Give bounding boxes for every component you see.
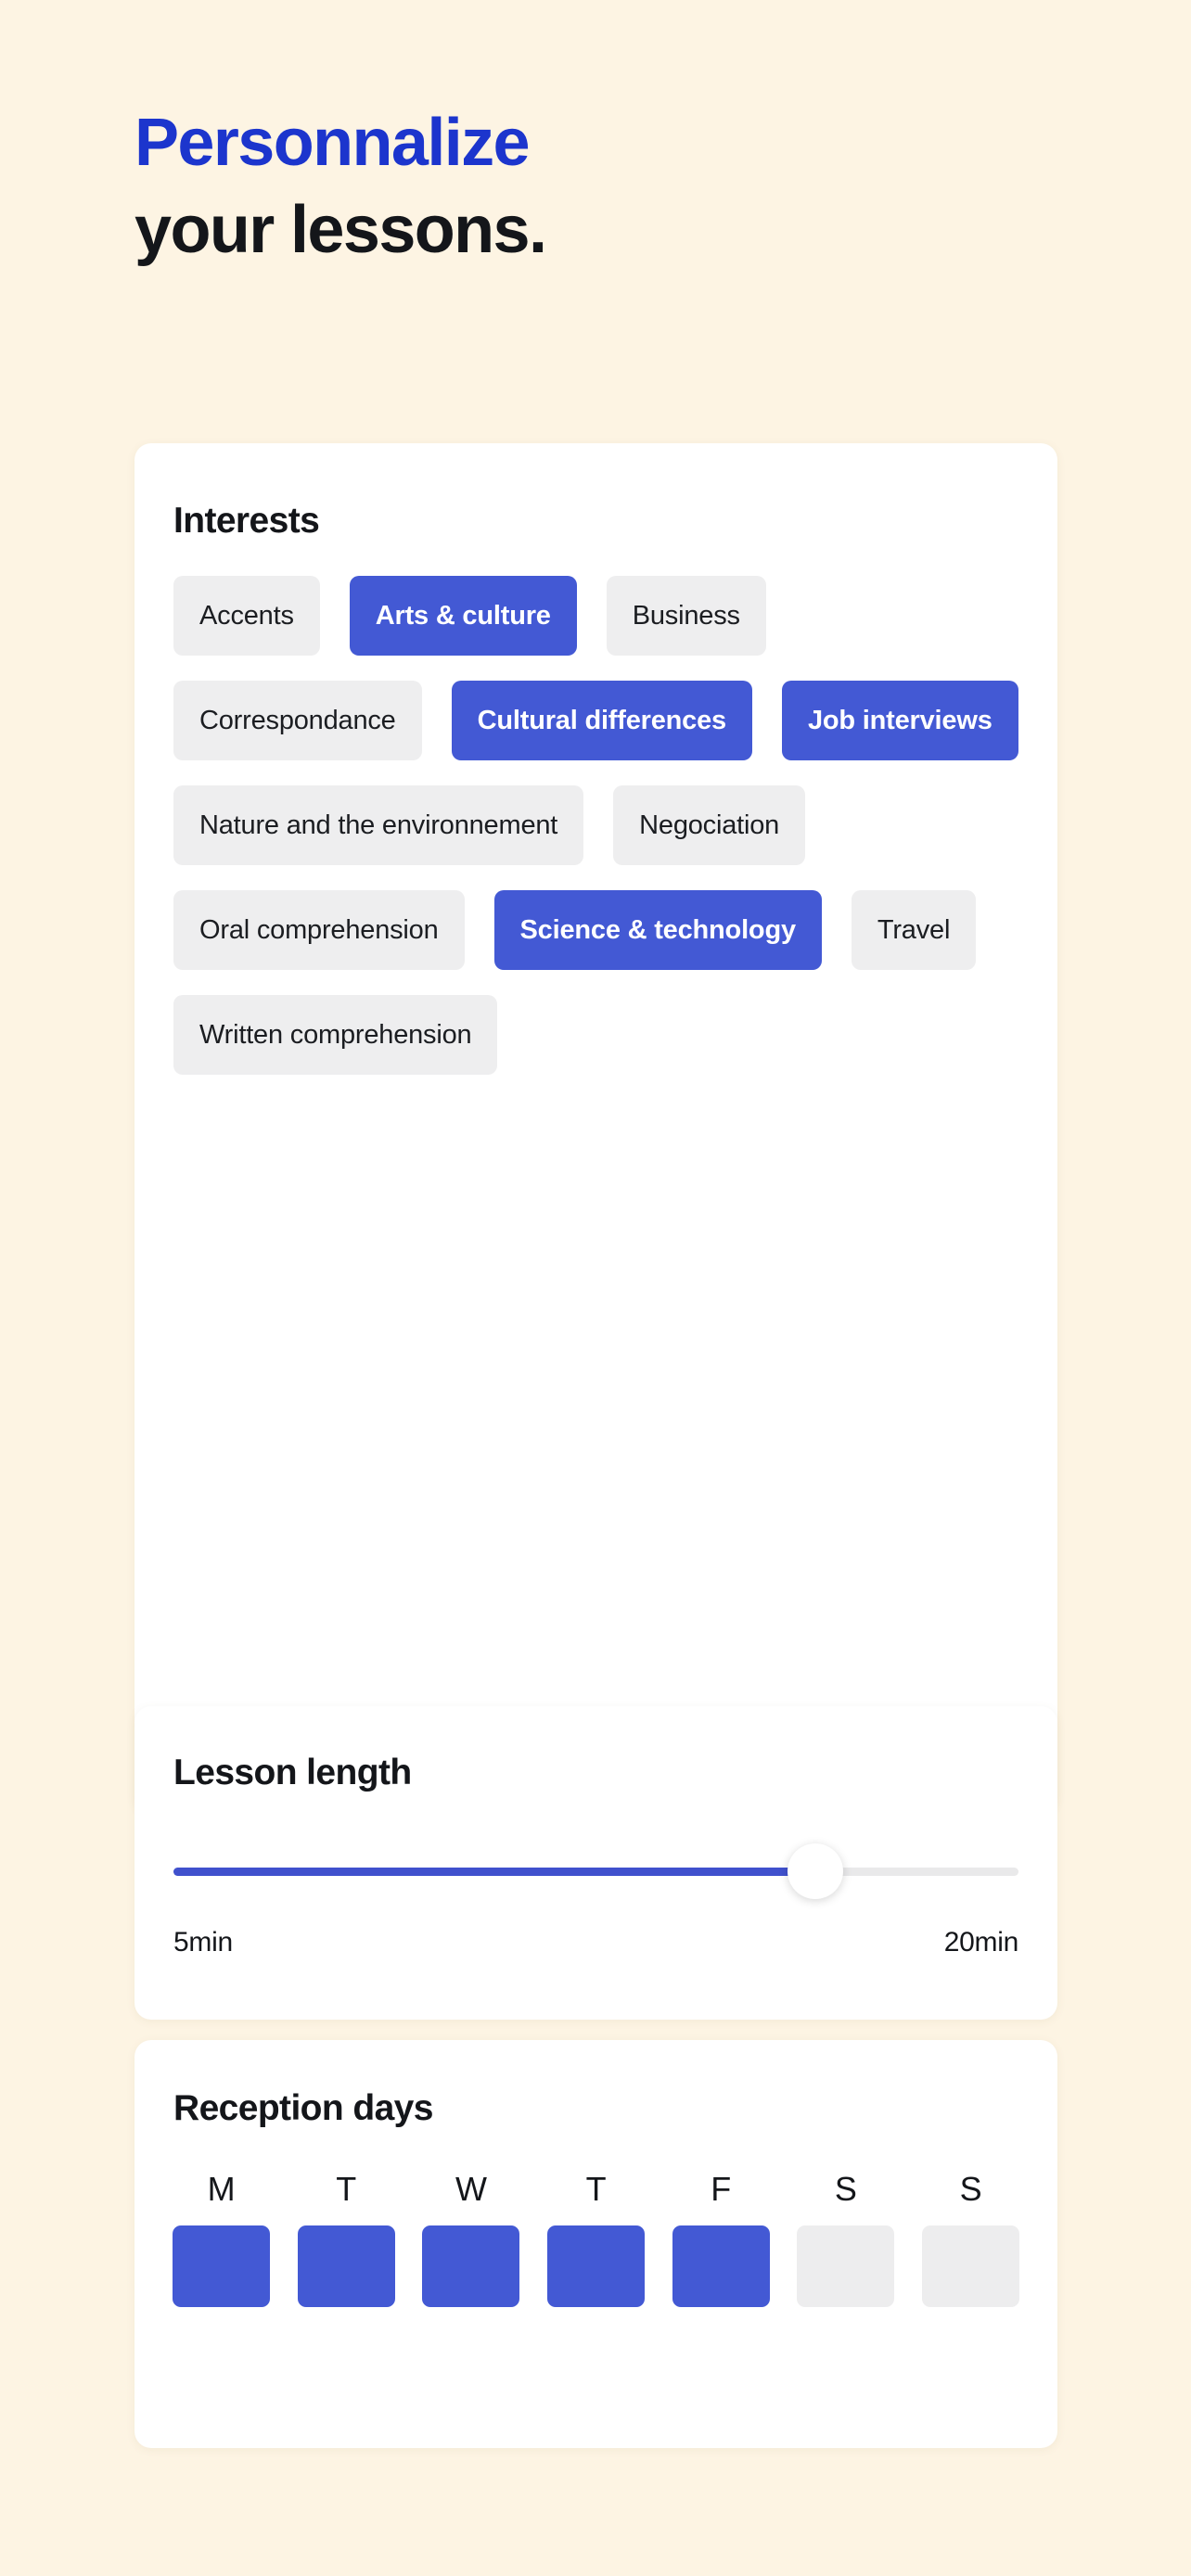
slider-range-labels: 5min 20min [173, 1927, 1018, 1958]
day-toggle[interactable] [921, 2225, 1019, 2307]
day-label: T [336, 2170, 356, 2208]
day-label: T [585, 2170, 607, 2208]
day-toggle-row [173, 2225, 1019, 2307]
slider-min-label: 5min [173, 1927, 233, 1958]
interest-chip[interactable]: Cultural differences [451, 681, 752, 760]
day-toggle[interactable] [672, 2225, 770, 2307]
interest-chip[interactable]: Nature and the environnement [173, 785, 584, 865]
day-toggle[interactable] [797, 2225, 895, 2307]
page-root: Personnalize your lessons. Interests Acc… [0, 0, 1191, 2576]
interests-chip-list: Accents Arts & culture Business Corresponda… [173, 576, 1018, 1075]
day-toggle[interactable] [173, 2225, 270, 2307]
interest-chip[interactable]: Negociation [613, 785, 806, 865]
interest-chip[interactable]: Science & technology [493, 890, 822, 970]
day-label: S [959, 2170, 982, 2208]
page-title-line-2: your lessons. [134, 193, 547, 267]
lesson-length-title: Lesson length [173, 1753, 412, 1792]
day-label: F [711, 2170, 731, 2208]
page-title-line-1: Personnalize [134, 106, 531, 180]
reception-days-card: Reception days M T W T F S S [134, 2040, 1057, 2448]
slider-max-label: 20min [943, 1927, 1019, 1958]
slider-thumb[interactable] [788, 1843, 844, 1899]
interest-chip[interactable]: Accents [173, 576, 320, 656]
interest-chip[interactable]: Oral comprehension [173, 890, 465, 970]
day-toggle[interactable] [297, 2225, 395, 2307]
lesson-length-card: Lesson length 5min 20min [134, 1706, 1057, 2020]
slider-fill [173, 1868, 816, 1876]
reception-days-title: Reception days [173, 2088, 433, 2128]
page-title: Personnalize your lessons. [134, 109, 1062, 263]
interest-chip[interactable]: Travel [851, 890, 977, 970]
interest-chip[interactable]: Arts & culture [349, 576, 577, 656]
day-toggle[interactable] [546, 2225, 645, 2307]
day-toggle[interactable] [422, 2225, 520, 2307]
interest-chip[interactable]: Written comprehension [173, 995, 498, 1075]
day-label: W [455, 2170, 487, 2208]
day-label: S [834, 2170, 857, 2208]
interest-chip[interactable]: Correspondance [173, 681, 422, 760]
interest-chip[interactable]: Business [606, 576, 766, 656]
interest-chip[interactable]: Job interviews [781, 681, 1018, 760]
interests-card: Interests Accents Arts & culture Business C… [134, 443, 1057, 1813]
day-label-row: MTWTFSS [173, 2170, 1019, 2209]
day-label: M [207, 2170, 236, 2208]
lesson-length-slider[interactable] [173, 1843, 1018, 1899]
interests-title: Interests [173, 501, 320, 541]
